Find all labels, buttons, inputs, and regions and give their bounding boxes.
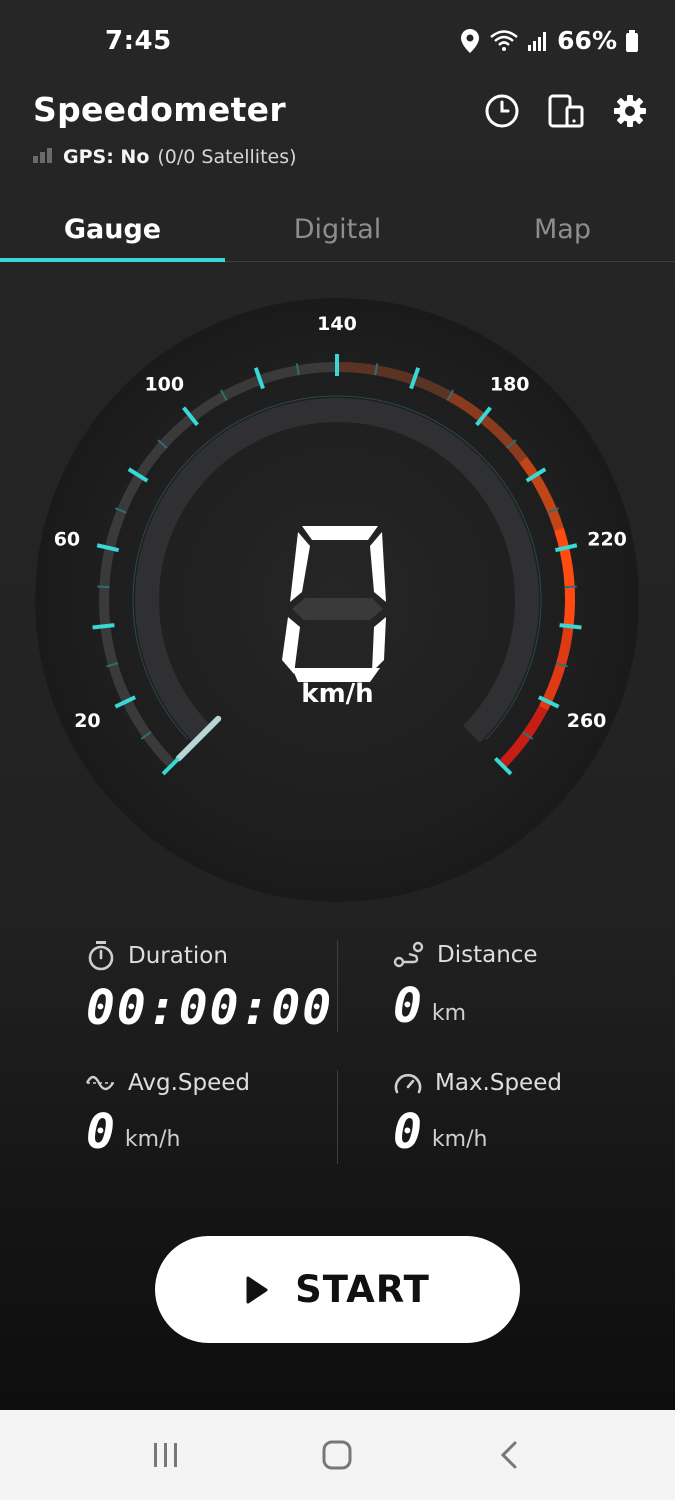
tick-label: 260 xyxy=(567,710,607,732)
location-icon xyxy=(459,28,481,54)
gear-icon xyxy=(614,95,646,127)
gps-status: GPS: No (0/0 Satellites) xyxy=(33,146,297,168)
avg-speed-label: Avg.Speed xyxy=(128,1070,251,1096)
gps-signal-icon xyxy=(33,146,55,168)
tick-label: 20 xyxy=(74,710,100,732)
start-button[interactable]: START xyxy=(155,1236,520,1343)
home-icon xyxy=(322,1440,352,1470)
trip-stats: Duration 00:00:00 Distance 0 km Avg.Spee… xyxy=(0,930,675,1180)
start-label: START xyxy=(295,1268,430,1311)
digit-segment-g xyxy=(292,598,383,620)
duration-value: 00:00:00 xyxy=(86,980,334,1036)
digit-segment-a xyxy=(302,526,378,540)
tab-gauge[interactable]: Gauge xyxy=(0,198,225,262)
avg-speed-unit: km/h xyxy=(124,1127,181,1152)
tick-label: 140 xyxy=(317,313,357,335)
app-title: Speedometer xyxy=(33,90,286,129)
max-speed-value: 0 xyxy=(393,1104,424,1160)
average-wave-icon xyxy=(86,1075,115,1091)
app-screen: 7:45 66% Speedometer GPS: No (0/0 Satell… xyxy=(0,0,675,1410)
avg-speed-value: 0 xyxy=(86,1104,117,1160)
tab-map[interactable]: Map xyxy=(450,198,675,261)
screen-rotate-icon xyxy=(548,94,584,128)
stat-avg-speed: Avg.Speed 0 km/h xyxy=(86,1070,356,1156)
view-tabs: Gauge Digital Map xyxy=(0,198,675,262)
speed-unit: km/h xyxy=(301,679,374,709)
header-actions xyxy=(483,92,649,130)
major-tick xyxy=(92,623,115,630)
clock-icon xyxy=(485,94,519,128)
stat-distance: Distance 0 km xyxy=(393,940,663,1030)
back-arrow-icon xyxy=(501,1441,517,1469)
max-speed-label: Max.Speed xyxy=(435,1070,562,1096)
tick-label: 60 xyxy=(54,528,80,550)
route-icon xyxy=(393,941,424,968)
minor-tick xyxy=(564,585,577,589)
duration-label: Duration xyxy=(128,943,228,969)
wifi-icon xyxy=(489,29,519,53)
stat-max-speed: Max.Speed 0 km/h xyxy=(393,1070,663,1156)
max-speed-unit: km/h xyxy=(431,1127,488,1152)
hud-mode-button[interactable] xyxy=(547,92,585,130)
status-time: 7:45 xyxy=(105,26,172,56)
stat-duration: Duration 00:00:00 xyxy=(86,940,356,1032)
gauge-icon xyxy=(394,1073,422,1094)
battery-percent: 66% xyxy=(557,26,617,55)
status-icons: 66% xyxy=(459,26,639,55)
settings-button[interactable] xyxy=(611,92,649,130)
speed-gauge: 20 60 100 140 180 220 260 km/h xyxy=(0,262,675,922)
recent-apps-icon xyxy=(153,1443,177,1467)
battery-icon xyxy=(625,29,639,53)
minor-tick xyxy=(97,585,110,589)
gauge-dial: 20 60 100 140 180 220 260 xyxy=(35,298,639,902)
tick-label: 180 xyxy=(490,373,530,395)
system-nav-bar xyxy=(0,1410,675,1500)
home-button[interactable] xyxy=(307,1425,367,1485)
history-button[interactable] xyxy=(483,92,521,130)
distance-unit: km xyxy=(431,1001,467,1026)
distance-label: Distance xyxy=(437,942,538,968)
back-button[interactable] xyxy=(479,1425,539,1485)
recent-apps-button[interactable] xyxy=(136,1425,196,1485)
status-bar: 7:45 66% xyxy=(0,0,675,86)
major-tick xyxy=(559,623,582,630)
cell-signal-icon xyxy=(527,30,549,52)
tab-digital[interactable]: Digital xyxy=(225,198,450,261)
play-icon xyxy=(246,1276,268,1303)
stopwatch-icon xyxy=(88,941,114,971)
gps-satellites: (0/0 Satellites) xyxy=(157,146,297,168)
tick-label: 100 xyxy=(144,373,184,395)
distance-value: 0 xyxy=(393,978,424,1034)
gps-label: GPS: No xyxy=(63,146,150,168)
tick-label: 220 xyxy=(587,528,627,550)
